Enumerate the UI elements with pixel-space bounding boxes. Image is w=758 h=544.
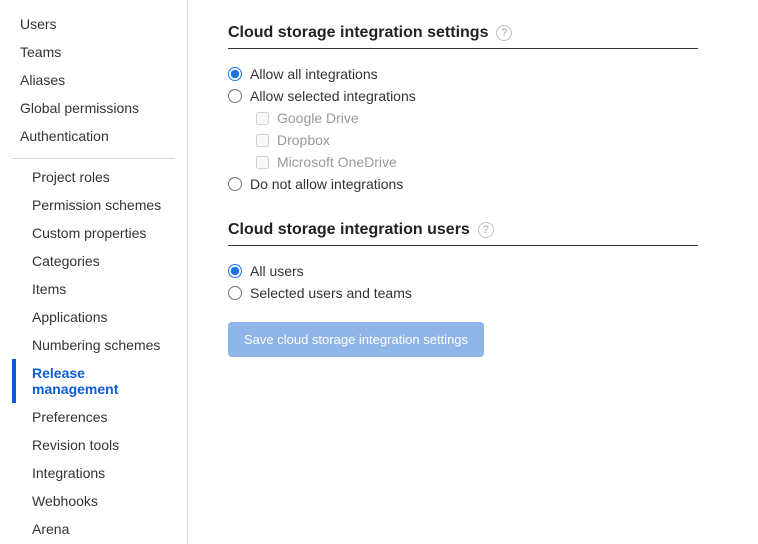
option-disallow: Do not allow integrations — [228, 173, 698, 195]
checkbox-onedrive[interactable] — [256, 156, 269, 169]
help-icon[interactable]: ? — [478, 222, 494, 238]
radio-selected-users[interactable] — [228, 286, 242, 300]
option-allow-selected: Allow selected integrations — [228, 85, 698, 107]
option-label: Google Drive — [277, 110, 359, 126]
sub-options: Google Drive Dropbox Microsoft OneDrive — [228, 107, 698, 173]
option-allow-all: Allow all integrations — [228, 63, 698, 85]
sidebar-item-permission-schemes[interactable]: Permission schemes — [12, 191, 175, 219]
sidebar-item-categories[interactable]: Categories — [12, 247, 175, 275]
users-section-title: Cloud storage integration users — [228, 221, 470, 239]
option-label: Allow all integrations — [250, 66, 378, 82]
sidebar-item-items[interactable]: Items — [12, 275, 175, 303]
sidebar: Users Teams Aliases Global permissions A… — [0, 0, 188, 544]
option-google-drive: Google Drive — [256, 107, 698, 129]
option-label: Selected users and teams — [250, 285, 412, 301]
option-label: Do not allow integrations — [250, 176, 403, 192]
main-content: Cloud storage integration settings ? All… — [188, 0, 758, 544]
sidebar-group-2: Project roles Permission schemes Custom … — [12, 158, 175, 543]
sidebar-item-project-roles[interactable]: Project roles — [12, 163, 175, 191]
radio-disallow[interactable] — [228, 177, 242, 191]
option-selected-users: Selected users and teams — [228, 282, 698, 304]
sidebar-group-1: Users Teams Aliases Global permissions A… — [0, 10, 187, 150]
sidebar-item-global-permissions[interactable]: Global permissions — [0, 94, 187, 122]
sidebar-item-webhooks[interactable]: Webhooks — [12, 487, 175, 515]
sidebar-item-aliases[interactable]: Aliases — [0, 66, 187, 94]
sidebar-item-arena[interactable]: Arena — [12, 515, 175, 543]
save-button[interactable]: Save cloud storage integration settings — [228, 322, 484, 357]
option-onedrive: Microsoft OneDrive — [256, 151, 698, 173]
radio-allow-selected[interactable] — [228, 89, 242, 103]
radio-allow-all[interactable] — [228, 67, 242, 81]
option-label: Allow selected integrations — [250, 88, 416, 104]
checkbox-dropbox[interactable] — [256, 134, 269, 147]
sidebar-item-numbering-schemes[interactable]: Numbering schemes — [12, 331, 175, 359]
option-dropbox: Dropbox — [256, 129, 698, 151]
settings-section-title: Cloud storage integration settings — [228, 24, 488, 42]
option-all-users: All users — [228, 260, 698, 282]
option-label: Dropbox — [277, 132, 330, 148]
sidebar-item-users[interactable]: Users — [0, 10, 187, 38]
sidebar-item-custom-properties[interactable]: Custom properties — [12, 219, 175, 247]
option-label: All users — [250, 263, 304, 279]
option-label: Microsoft OneDrive — [277, 154, 397, 170]
users-section-header: Cloud storage integration users ? — [228, 221, 698, 246]
checkbox-google-drive[interactable] — [256, 112, 269, 125]
help-icon[interactable]: ? — [496, 25, 512, 41]
sidebar-item-release-management[interactable]: Release management — [12, 359, 175, 403]
settings-section-header: Cloud storage integration settings ? — [228, 24, 698, 49]
radio-all-users[interactable] — [228, 264, 242, 278]
sidebar-item-applications[interactable]: Applications — [12, 303, 175, 331]
sidebar-item-authentication[interactable]: Authentication — [0, 122, 187, 150]
sidebar-item-revision-tools[interactable]: Revision tools — [12, 431, 175, 459]
sidebar-item-teams[interactable]: Teams — [0, 38, 187, 66]
sidebar-item-integrations[interactable]: Integrations — [12, 459, 175, 487]
sidebar-item-preferences[interactable]: Preferences — [12, 403, 175, 431]
